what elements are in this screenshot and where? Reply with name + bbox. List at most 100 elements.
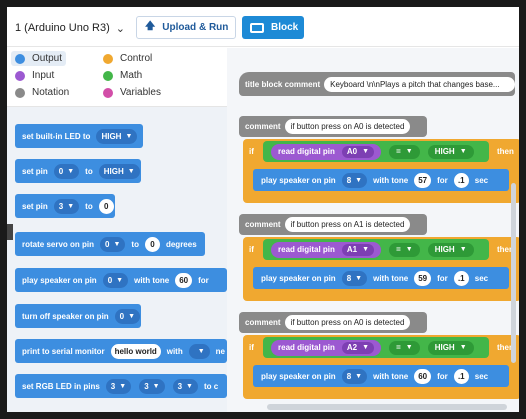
block-text: read digital pin [278,343,335,352]
degrees-input[interactable]: 0 [144,236,160,252]
if-keyword: if [249,147,254,156]
pin-dropdown[interactable]: 3 ▼ [53,198,80,214]
block-text: for [437,175,448,185]
tone-input[interactable]: 60 [175,272,193,288]
read-digital-pin-block[interactable]: read digital pin A1 ▼ [271,241,382,258]
palette-collapse-handle[interactable] [7,224,13,240]
comment-block[interactable]: comment if button press on A0 is detecte… [239,312,427,333]
code-workspace[interactable]: title block comment Keyboard \n\nPlays a… [227,48,519,412]
upload-run-button[interactable]: 🡅 Upload & Run [136,16,236,39]
set-pin-block[interactable]: set pin 0 ▼ to HIGH ▼ [15,159,141,183]
comment-input[interactable]: if button press on A0 is detected [284,119,411,134]
level-dropdown[interactable]: HIGH ▼ [427,242,474,257]
pin-dropdown[interactable]: A1 ▼ [341,243,375,256]
value-dropdown[interactable]: HIGH ▼ [98,163,140,179]
pin-dropdown[interactable]: 0 ▼ [114,308,141,324]
duration-input[interactable]: .1 [453,172,469,188]
caret-down-icon: ▼ [125,132,133,140]
app-window: 1 (Arduino Uno R3) ⌄ 🡅 Upload & Run Bloc… [7,7,519,412]
read-digital-pin-block[interactable]: read digital pin A2 ▼ [271,339,382,356]
turn-off-speaker-block[interactable]: turn off speaker on pin 0 ▼ [15,304,141,328]
green-pin-dropdown[interactable]: 3 ▼ [139,378,165,394]
play-speaker-block[interactable]: play speaker on pin 0 ▼ with tone 60 for [15,268,227,292]
operator-dropdown[interactable]: = ▼ [389,242,420,257]
rotate-servo-block[interactable]: rotate servo on pin 0 ▼ to 0 degrees [15,232,205,256]
block-text: with tone [373,175,409,185]
pin-dropdown[interactable]: 0 ▼ [100,236,126,252]
print-serial-block[interactable]: print to serial monitor hello world with… [15,339,227,363]
pin-dropdown[interactable]: A0 ▼ [341,145,375,158]
block-text: print to serial monitor [22,346,105,356]
tone-input[interactable]: 57 [414,172,432,188]
duration-input[interactable]: .1 [453,270,469,286]
if-header: if read digital pin A0 ▼ = ▼ HIGH ▼ then [243,139,519,164]
category-label: Math [120,70,143,81]
block-mode-label: Block [271,22,299,33]
value-input[interactable]: 0 [98,198,114,214]
category-control[interactable]: Control [99,51,156,66]
caret-down-icon: ▼ [127,167,135,175]
board-select[interactable]: 1 (Arduino Uno R3) ⌄ [15,17,125,39]
comment-input[interactable]: if button press on A1 is detected [284,217,411,232]
value-dropdown[interactable]: HIGH ▼ [96,128,138,144]
tone-input[interactable]: 59 [414,270,432,286]
tone-input[interactable]: 60 [414,368,432,384]
duration-input[interactable]: .1 [453,368,469,384]
caret-down-icon: ▼ [362,148,370,155]
pin-dropdown[interactable]: 8 ▼ [341,270,368,286]
level-dropdown[interactable]: HIGH ▼ [427,340,474,355]
vertical-scrollbar[interactable] [511,183,516,363]
operator-dropdown[interactable]: = ▼ [389,340,420,355]
caret-down-icon: ▼ [405,246,413,253]
play-speaker-block[interactable]: play speaker on pin 8 ▼ with tone 57 for … [253,169,509,191]
set-builtin-led-block[interactable]: set built-in LED to HIGH ▼ [15,124,143,148]
dropdown-value: = [396,245,401,254]
blue-pin-dropdown[interactable]: 3 ▼ [172,378,198,394]
comment-block[interactable]: comment if button press on A0 is detecte… [239,116,427,137]
block-palette: Output Control Input Math Notation Varia… [7,48,227,412]
caret-down-icon: ▼ [355,372,363,380]
play-speaker-block[interactable]: play speaker on pin 8 ▼ with tone 59 for … [253,267,509,289]
comment-input[interactable]: if button press on A0 is detected [284,315,411,330]
caret-down-icon: ▼ [119,382,127,390]
condition-block[interactable]: read digital pin A0 ▼ = ▼ HIGH ▼ [263,141,489,162]
newline-dropdown[interactable]: ▼ [188,343,210,359]
horizontal-scrollbar[interactable] [267,404,507,410]
pin-dropdown[interactable]: A2 ▼ [341,341,375,354]
level-dropdown[interactable]: HIGH ▼ [427,144,474,159]
dropdown-value: = [396,343,401,352]
dropdown-value: 3 [110,381,116,391]
category-notation[interactable]: Notation [11,85,73,100]
if-block[interactable]: if read digital pin A1 ▼ = ▼ HIGH ▼ then pl… [243,237,519,301]
pin-dropdown[interactable]: 0 ▼ [53,163,80,179]
category-label: Input [32,70,55,81]
category-variables[interactable]: Variables [99,85,165,100]
message-input[interactable]: hello world [110,343,161,359]
dropdown-value: = [396,147,401,156]
caret-down-icon: ▼ [116,276,124,284]
dropdown-value: 0 [105,239,110,249]
pin-dropdown[interactable]: 0 ▼ [102,272,129,288]
category-input[interactable]: Input [11,68,58,83]
play-speaker-block[interactable]: play speaker on pin 8 ▼ with tone 60 for … [253,365,509,387]
pin-dropdown[interactable]: 8 ▼ [341,368,368,384]
dropdown-value: A0 [346,147,358,156]
operator-dropdown[interactable]: = ▼ [389,144,420,159]
red-pin-dropdown[interactable]: 3 ▼ [105,378,132,394]
set-rgb-led-block[interactable]: set RGB LED in pins 3 ▼ 3 ▼ 3 ▼ to c [15,374,227,398]
block-mode-button[interactable]: Block [242,16,304,39]
comment-block[interactable]: comment if button press on A1 is detecte… [239,214,427,235]
set-pin-value-block[interactable]: set pin 3 ▼ to 0 [15,194,115,218]
if-block[interactable]: if read digital pin A0 ▼ = ▼ HIGH ▼ then pl… [243,139,519,203]
condition-block[interactable]: read digital pin A2 ▼ = ▼ HIGH ▼ [263,337,489,358]
title-comment-block[interactable]: title block comment Keyboard \n\nPlays a… [239,72,515,96]
category-math[interactable]: Math [99,68,146,83]
if-block[interactable]: if read digital pin A2 ▼ = ▼ HIGH ▼ then pl… [243,335,519,399]
condition-block[interactable]: read digital pin A1 ▼ = ▼ HIGH ▼ [263,239,489,260]
dropdown-value: 3 [144,381,149,391]
category-output[interactable]: Output [11,51,67,66]
read-digital-pin-block[interactable]: read digital pin A0 ▼ [271,143,382,160]
pin-dropdown[interactable]: 8 ▼ [341,172,368,188]
dropdown-value: 8 [346,371,352,381]
title-comment-input[interactable]: Keyboard \n\nPlays a pitch that changes … [324,76,515,92]
